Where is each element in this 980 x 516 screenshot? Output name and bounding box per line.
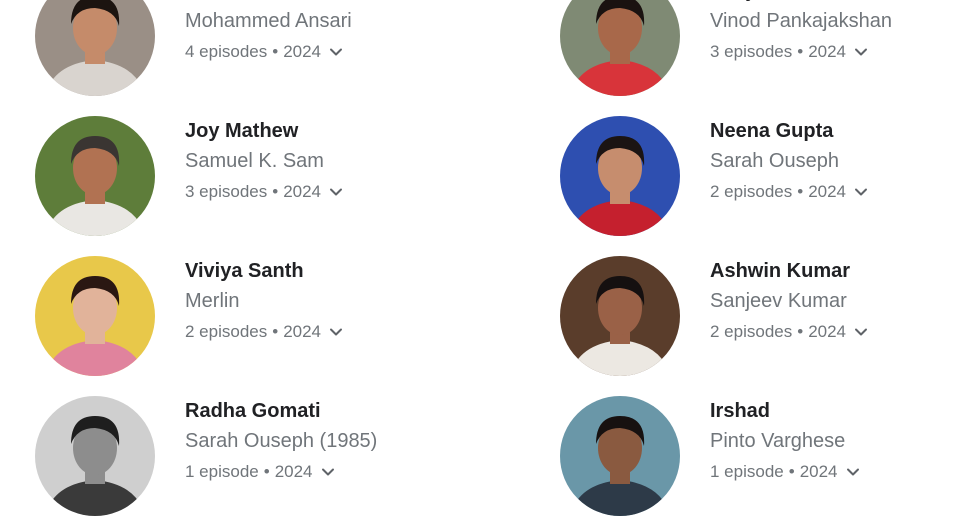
chevron-down-icon[interactable] bbox=[329, 45, 343, 59]
cast-photo[interactable] bbox=[560, 396, 680, 516]
cast-member-card[interactable]: Joy Mathew Samuel K. Sam 3 episodes • 20… bbox=[0, 116, 440, 236]
actor-name[interactable]: Joy Mathew bbox=[185, 118, 440, 144]
chevron-down-icon[interactable] bbox=[321, 465, 335, 479]
separator-dot: • bbox=[797, 182, 804, 201]
character-name: Mohammed Ansari bbox=[185, 10, 352, 32]
episode-year: 2024 bbox=[799, 462, 838, 481]
chevron-down-icon[interactable] bbox=[329, 325, 343, 339]
episode-year: 2024 bbox=[808, 322, 847, 341]
episode-year: 2024 bbox=[808, 42, 847, 61]
cast-info: Radha Gomati Sarah Ouseph (1985) 1 episo… bbox=[185, 398, 440, 484]
actor-name[interactable]: Radha Gomati bbox=[185, 398, 440, 424]
cast-photo[interactable] bbox=[560, 116, 680, 236]
episode-count: 2 episodes bbox=[710, 182, 793, 201]
cast-member-card[interactable]: Neena Gupta Sarah Ouseph 2 episodes • 20… bbox=[525, 116, 965, 236]
cast-info: Adil Ibrahim Mohammed Ansari 4 episodes … bbox=[185, 0, 440, 64]
episode-count: 1 episode bbox=[185, 462, 259, 481]
actor-name[interactable]: Irshad bbox=[710, 398, 965, 424]
episode-count: 2 episodes bbox=[710, 322, 793, 341]
character-name: Samuel K. Sam bbox=[185, 150, 324, 172]
character-name: Vinod Pankajakshan bbox=[710, 10, 892, 32]
episode-info[interactable]: 1 episode • 2024 bbox=[185, 460, 440, 484]
separator-dot: • bbox=[788, 462, 795, 481]
cast-member-card[interactable]: Radha Gomati Sarah Ouseph (1985) 1 episo… bbox=[0, 396, 440, 516]
cast-photo[interactable] bbox=[35, 256, 155, 376]
actor-name[interactable]: Shaju K.S. bbox=[710, 0, 965, 4]
episode-count: 1 episode bbox=[710, 462, 784, 481]
cast-member-card[interactable]: Adil Ibrahim Mohammed Ansari 4 episodes … bbox=[0, 0, 440, 96]
cast-info: Neena Gupta Sarah Ouseph 2 episodes • 20… bbox=[710, 118, 965, 204]
portrait-image bbox=[35, 256, 155, 376]
chevron-down-icon[interactable] bbox=[854, 45, 868, 59]
separator-dot: • bbox=[272, 42, 279, 61]
separator-dot: • bbox=[797, 42, 804, 61]
episode-info[interactable]: 1 episode • 2024 bbox=[710, 460, 965, 484]
episode-info[interactable]: 2 episodes • 2024 bbox=[710, 320, 965, 344]
episode-info[interactable]: 2 episodes • 2024 bbox=[710, 180, 965, 204]
character-name: Pinto Varghese bbox=[710, 430, 846, 452]
episode-year: 2024 bbox=[283, 322, 322, 341]
cast-photo[interactable] bbox=[35, 396, 155, 516]
cast-info: Ashwin Kumar Sanjeev Kumar 2 episodes • … bbox=[710, 258, 965, 344]
portrait-image bbox=[560, 116, 680, 236]
cast-info: Shaju K.S. Vinod Pankajakshan 3 episodes… bbox=[710, 0, 965, 64]
episode-info[interactable]: 3 episodes • 2024 bbox=[185, 180, 440, 204]
episode-year: 2024 bbox=[283, 182, 322, 201]
cast-info: Irshad Pinto Varghese 1 episode • 2024 bbox=[710, 398, 965, 484]
episode-count: 2 episodes bbox=[185, 322, 268, 341]
chevron-down-icon[interactable] bbox=[846, 465, 860, 479]
actor-name[interactable]: Viviya Santh bbox=[185, 258, 440, 284]
portrait-image bbox=[560, 0, 680, 96]
actor-name[interactable]: Neena Gupta bbox=[710, 118, 965, 144]
cast-photo[interactable] bbox=[560, 256, 680, 376]
chevron-down-icon[interactable] bbox=[854, 185, 868, 199]
episode-info[interactable]: 3 episodes • 2024 bbox=[710, 40, 965, 64]
portrait-image bbox=[35, 396, 155, 516]
episode-count: 4 episodes bbox=[185, 42, 268, 61]
portrait-image bbox=[560, 256, 680, 376]
character-name: Sanjeev Kumar bbox=[710, 290, 847, 312]
actor-name[interactable]: Ashwin Kumar bbox=[710, 258, 965, 284]
chevron-down-icon[interactable] bbox=[329, 185, 343, 199]
separator-dot: • bbox=[797, 322, 804, 341]
character-name: Sarah Ouseph (1985) bbox=[185, 430, 378, 452]
episode-year: 2024 bbox=[274, 462, 313, 481]
character-name: Merlin bbox=[185, 290, 240, 312]
portrait-image bbox=[560, 396, 680, 516]
portrait-image bbox=[35, 0, 155, 96]
episode-count: 3 episodes bbox=[185, 182, 268, 201]
episode-year: 2024 bbox=[283, 42, 322, 61]
cast-info: Viviya Santh Merlin 2 episodes • 2024 bbox=[185, 258, 440, 344]
episode-count: 3 episodes bbox=[710, 42, 793, 61]
episode-year: 2024 bbox=[808, 182, 847, 201]
episode-info[interactable]: 2 episodes • 2024 bbox=[185, 320, 440, 344]
cast-photo[interactable] bbox=[560, 0, 680, 96]
character-name: Sarah Ouseph bbox=[710, 150, 839, 172]
portrait-image bbox=[35, 116, 155, 236]
cast-photo[interactable] bbox=[35, 0, 155, 96]
separator-dot: • bbox=[272, 182, 279, 201]
cast-member-card[interactable]: Shaju K.S. Vinod Pankajakshan 3 episodes… bbox=[525, 0, 965, 96]
cast-member-card[interactable]: Ashwin Kumar Sanjeev Kumar 2 episodes • … bbox=[525, 256, 965, 376]
episode-info[interactable]: 4 episodes • 2024 bbox=[185, 40, 440, 64]
cast-member-card[interactable]: Irshad Pinto Varghese 1 episode • 2024 bbox=[525, 396, 965, 516]
actor-name[interactable]: Adil Ibrahim bbox=[185, 0, 440, 4]
separator-dot: • bbox=[263, 462, 270, 481]
chevron-down-icon[interactable] bbox=[854, 325, 868, 339]
cast-photo[interactable] bbox=[35, 116, 155, 236]
cast-member-card[interactable]: Viviya Santh Merlin 2 episodes • 2024 bbox=[0, 256, 440, 376]
separator-dot: • bbox=[272, 322, 279, 341]
cast-info: Joy Mathew Samuel K. Sam 3 episodes • 20… bbox=[185, 118, 440, 204]
